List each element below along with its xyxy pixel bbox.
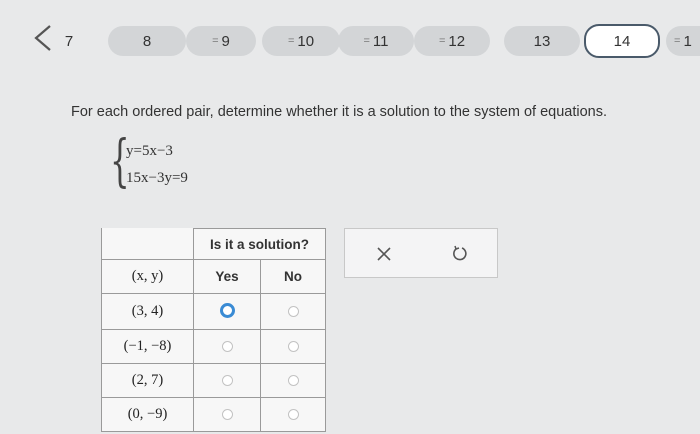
table-corner	[101, 228, 194, 260]
equation-system: { y=5x−3 15x−3y=9	[110, 134, 290, 194]
answer-actions-panel	[344, 228, 498, 278]
table-row: (0, −9)	[101, 397, 326, 432]
question-pill-label: 8	[142, 32, 152, 50]
equals-lines-icon: =	[212, 35, 219, 47]
x-icon[interactable]	[373, 243, 395, 265]
yes-cell	[193, 293, 261, 330]
no-cell	[260, 363, 326, 398]
yes-radio[interactable]	[221, 340, 233, 352]
equation-2: 15x−3y=9	[126, 170, 188, 186]
question-pill-14-current[interactable]: 14	[584, 24, 660, 58]
table-row: (3, 4)	[101, 293, 326, 330]
column-header-pair: (x, y)	[101, 259, 194, 294]
equals-lines-icon: =	[363, 35, 370, 47]
yes-radio-selected[interactable]	[219, 302, 235, 318]
question-pill-label: 12	[448, 32, 466, 50]
equals-lines-icon: =	[674, 35, 681, 47]
question-pill-11[interactable]: = 11	[338, 26, 414, 56]
table-group-header: Is it a solution?	[193, 228, 326, 260]
column-header-yes: Yes	[193, 259, 261, 294]
question-pill-7[interactable]: 7	[52, 26, 86, 56]
ordered-pair: (−1, −8)	[101, 329, 194, 364]
question-pill-label: 11	[372, 32, 389, 50]
question-pill-9[interactable]: = 9	[186, 26, 256, 56]
yes-cell	[193, 329, 261, 364]
question-navigation-bar: 7 8 = 9 = 10 = 11 = 12 13 14 = 1	[0, 0, 700, 84]
no-radio[interactable]	[287, 374, 299, 386]
question-pill-label: 10	[297, 32, 315, 50]
table-row: (2, 7)	[101, 363, 326, 398]
yes-cell	[193, 397, 261, 432]
ordered-pair: (0, −9)	[101, 397, 194, 432]
yes-cell	[193, 363, 261, 398]
question-pill-next[interactable]: = 1	[666, 26, 700, 56]
undo-icon[interactable]	[449, 243, 471, 265]
no-cell	[260, 397, 326, 432]
no-radio[interactable]	[287, 305, 299, 317]
question-pill-13[interactable]: 13	[504, 26, 580, 56]
ordered-pair: (2, 7)	[101, 363, 194, 398]
no-cell	[260, 329, 326, 364]
equals-lines-icon: =	[438, 35, 446, 47]
yes-radio[interactable]	[221, 374, 233, 386]
question-pill-label: 14	[613, 32, 631, 50]
table-row: (−1, −8)	[101, 329, 326, 364]
column-header-no: No	[260, 259, 326, 294]
ordered-pair: (3, 4)	[101, 293, 194, 330]
question-pill-label: 1	[683, 32, 692, 50]
question-pill-label: 7	[64, 32, 74, 50]
no-radio[interactable]	[287, 340, 299, 352]
no-cell	[260, 293, 326, 330]
equals-lines-icon: =	[287, 35, 295, 47]
question-pill-12[interactable]: = 12	[414, 26, 490, 56]
question-pill-label: 13	[533, 32, 551, 50]
question-prompt: For each ordered pair, determine whether…	[71, 104, 607, 120]
no-radio[interactable]	[287, 408, 299, 420]
question-pill-8[interactable]: 8	[108, 26, 186, 56]
solution-table: Is it a solution? (x, y) Yes No (3, 4) (…	[101, 228, 326, 432]
question-pill-label: 9	[221, 32, 230, 50]
equation-1: y=5x−3	[126, 143, 173, 159]
yes-radio[interactable]	[221, 408, 233, 420]
question-pill-10[interactable]: = 10	[262, 26, 340, 56]
